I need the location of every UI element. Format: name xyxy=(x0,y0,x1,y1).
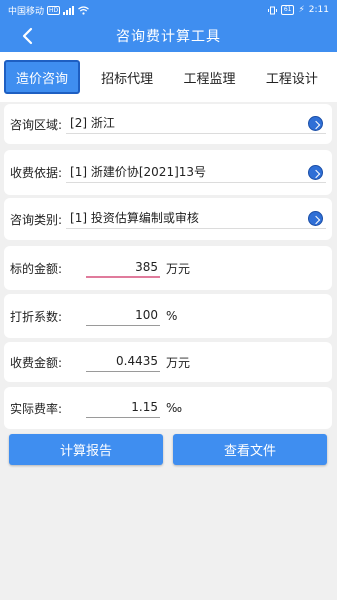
amount-input[interactable]: 385 xyxy=(86,258,160,278)
category-dropdown[interactable]: [1] 投资估算编制或审核 xyxy=(66,209,326,229)
hd-badge: HD xyxy=(47,5,61,15)
amount-label: 标的金额: xyxy=(10,261,63,276)
discount-input[interactable]: 100 xyxy=(86,306,160,326)
basis-card: 收费依据: [1] 浙建价协[2021]13号 xyxy=(4,150,332,195)
amount-unit: 万元 xyxy=(166,261,191,276)
wifi-icon xyxy=(78,5,90,15)
basis-value: [1] 浙建价协[2021]13号 xyxy=(70,164,207,179)
rate-card: 实际费率: 1.15 ‰ xyxy=(4,387,332,429)
basis-select[interactable]: 收费依据: [1] 浙建价协[2021]13号 xyxy=(4,150,332,195)
rate-label: 实际费率: xyxy=(10,401,63,416)
chevron-down-icon[interactable] xyxy=(308,116,323,131)
fee-card: 收费金额: 0.4435 万元 xyxy=(4,342,332,382)
fee-label: 收费金额: xyxy=(10,355,63,370)
vibrate-icon xyxy=(267,6,277,14)
region-select[interactable]: 咨询区域: [2] 浙江 xyxy=(4,104,332,144)
tab-bar: 造价咨询 招标代理 工程监理 工程设计 xyxy=(0,52,337,102)
category-card: 咨询类别: [1] 投资估算编制或审核 xyxy=(4,198,332,240)
category-label: 咨询类别: xyxy=(10,212,63,227)
charging-icon: ⚡ xyxy=(298,5,305,15)
chevron-down-icon[interactable] xyxy=(308,164,323,180)
status-right: 61 ⚡ 2:11 xyxy=(267,5,329,15)
view-file-button[interactable]: 查看文件 xyxy=(173,434,327,465)
title-bar: 咨询费计算工具 xyxy=(0,20,337,52)
rate-output: 1.15 xyxy=(86,398,160,418)
back-arrow-icon[interactable] xyxy=(18,26,38,46)
region-dropdown[interactable]: [2] 浙江 xyxy=(66,114,326,134)
fee-row: 收费金额: 0.4435 万元 xyxy=(4,342,332,382)
region-value: [2] 浙江 xyxy=(70,116,115,130)
status-left: 中国移动 HD xyxy=(8,4,90,17)
chevron-down-icon[interactable] xyxy=(308,211,323,226)
region-label: 咨询区域: xyxy=(10,117,63,132)
discount-unit: % xyxy=(166,309,178,323)
clock: 2:11 xyxy=(308,5,329,15)
battery-icon: 61 xyxy=(280,5,295,15)
category-select[interactable]: 咨询类别: [1] 投资估算编制或审核 xyxy=(4,198,332,240)
fee-unit: 万元 xyxy=(166,355,191,370)
discount-row: 打折系数: 100 % xyxy=(4,294,332,338)
region-card: 咨询区域: [2] 浙江 xyxy=(4,104,332,144)
tab-bidding-agency[interactable]: 招标代理 xyxy=(86,60,168,94)
discount-label: 打折系数: xyxy=(10,309,63,324)
discount-card: 打折系数: 100 % xyxy=(4,294,332,338)
carrier-name: 中国移动 xyxy=(8,6,45,17)
signal-icon xyxy=(63,5,75,15)
fee-output: 0.4435 xyxy=(86,352,160,372)
rate-unit: ‰ xyxy=(166,401,183,415)
tab-cost-consulting[interactable]: 造价咨询 xyxy=(4,60,80,94)
basis-dropdown[interactable]: [1] 浙建价协[2021]13号 xyxy=(66,163,326,183)
tab-project-design[interactable]: 工程设计 xyxy=(251,60,333,94)
amount-row: 标的金额: 385 万元 xyxy=(4,246,332,290)
rate-row: 实际费率: 1.15 ‰ xyxy=(4,387,332,429)
status-bar: 中国移动 HD 61 ⚡ 2:11 xyxy=(0,0,337,20)
tab-project-supervision[interactable]: 工程监理 xyxy=(168,60,250,94)
category-value: [1] 投资估算编制或审核 xyxy=(70,211,199,225)
amount-card: 标的金额: 385 万元 xyxy=(4,246,332,290)
basis-label: 收费依据: xyxy=(10,166,63,180)
page-title: 咨询费计算工具 xyxy=(116,29,221,45)
calculate-report-button[interactable]: 计算报告 xyxy=(9,434,163,465)
